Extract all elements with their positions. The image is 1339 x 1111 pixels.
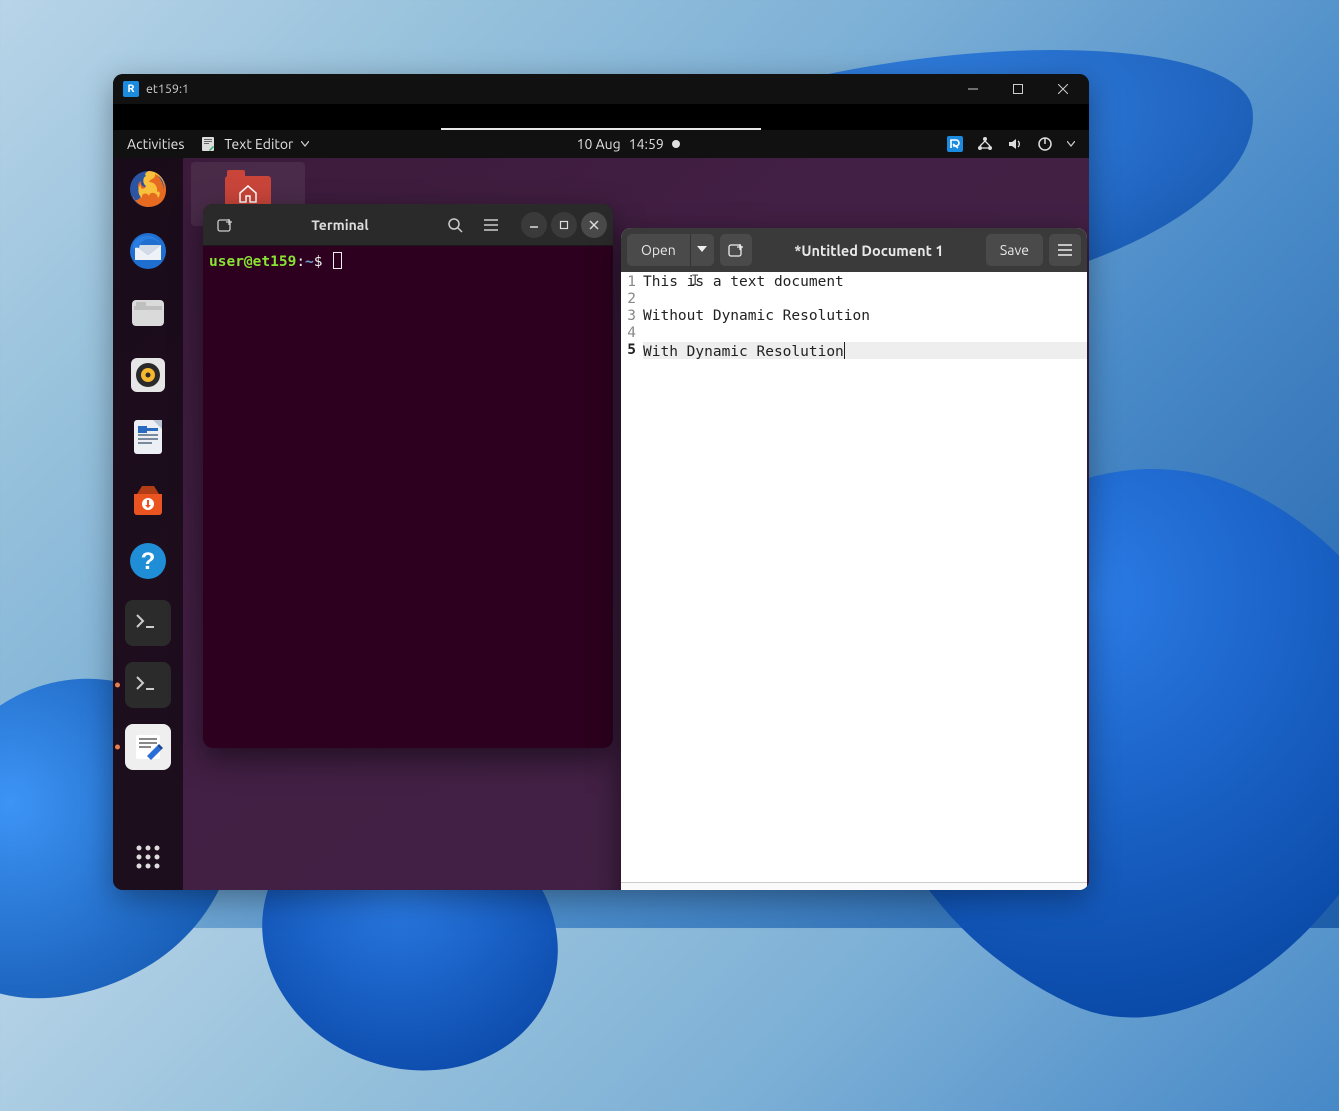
- close-button[interactable]: [1040, 74, 1085, 104]
- app-menu[interactable]: Text Editor: [200, 136, 309, 152]
- prompt-path: ~: [305, 254, 314, 270]
- chevron-down-icon: [697, 246, 707, 254]
- rdp-app-icon: R: [123, 81, 139, 97]
- new-document-button[interactable]: [720, 234, 752, 266]
- gnome-desktop[interactable]: ?: [113, 158, 1089, 890]
- rdp-tray-icon[interactable]: [947, 136, 963, 152]
- gnome-topbar: Activities Text Editor 10 Aug 14:59: [113, 130, 1089, 158]
- terminal-title: Terminal: [245, 217, 435, 233]
- maximize-button[interactable]: [995, 74, 1040, 104]
- black-letterbox: [113, 104, 1089, 130]
- time-text: 14:59: [629, 136, 664, 152]
- text-line: With Dynamic Resolution: [643, 344, 844, 360]
- new-tab-button[interactable]: [209, 209, 241, 241]
- running-indicator-icon: [115, 745, 120, 750]
- outer-titlebar[interactable]: R et159:1: [113, 74, 1089, 104]
- line-number: 1: [621, 274, 636, 291]
- dock-firefox-icon[interactable]: [125, 166, 171, 212]
- network-icon[interactable]: [977, 136, 993, 152]
- line-number-gutter: 1 2 3 4 5: [621, 272, 639, 882]
- line-number: 3: [621, 308, 636, 325]
- line-number-current: 5: [621, 342, 636, 359]
- app-menu-label: Text Editor: [224, 136, 293, 152]
- text-line: This is a text document: [643, 274, 844, 290]
- tabwidth-label: Tab Width: 8: [850, 890, 923, 891]
- indent-indicator: [629, 890, 678, 891]
- cursor-position-label: Ln 5, Col 24: [1012, 890, 1079, 891]
- editor-hamburger-menu[interactable]: [1049, 234, 1081, 266]
- line-number: 4: [621, 325, 636, 342]
- terminal-maximize-button[interactable]: [551, 212, 577, 238]
- clock-area[interactable]: 10 Aug 14:59: [309, 136, 947, 152]
- document-title: *Untitled Document 1: [758, 242, 980, 259]
- prompt-user: user@et159: [209, 254, 296, 270]
- terminal-minimize-button[interactable]: [521, 212, 547, 238]
- prompt-symbol: $: [314, 254, 323, 270]
- terminal-cursor: [333, 252, 342, 269]
- text-caret: [844, 342, 845, 359]
- open-button[interactable]: Open: [627, 234, 690, 266]
- editor-text-area[interactable]: 1 2 3 4 5 This is a text document𝙸 Witho…: [621, 272, 1087, 882]
- tabwidth-selector[interactable]: Tab Width: 8: [850, 890, 935, 891]
- text-editor-icon: [200, 136, 216, 152]
- dock-software-icon[interactable]: [125, 476, 171, 522]
- terminal-window: Terminal user@et159:~$: [203, 204, 613, 748]
- svg-text:?: ?: [141, 548, 156, 575]
- terminal-content[interactable]: user@et159:~$: [203, 246, 613, 276]
- activities-button[interactable]: Activities: [127, 136, 184, 152]
- open-recent-dropdown[interactable]: [690, 234, 714, 266]
- dock-terminal-running-icon[interactable]: [125, 662, 171, 708]
- text-line: Without Dynamic Resolution: [643, 308, 870, 324]
- dock-help-icon[interactable]: ?: [125, 538, 171, 584]
- hamburger-menu-button[interactable]: [475, 209, 507, 241]
- dock-texteditor-running-icon[interactable]: [125, 724, 171, 770]
- dock-rhythmbox-icon[interactable]: [125, 352, 171, 398]
- outer-title-text: et159:1: [146, 82, 189, 96]
- cursor-position: Ln 5, Col 24: [1012, 890, 1079, 891]
- volume-icon[interactable]: [1007, 136, 1023, 152]
- syntax-selector[interactable]: Plain Text: [763, 890, 832, 891]
- date-text: 10 Aug: [577, 136, 621, 152]
- dock-files-icon[interactable]: [125, 290, 171, 336]
- terminal-close-button[interactable]: [581, 212, 607, 238]
- dock-thunderbird-icon[interactable]: [125, 228, 171, 274]
- notification-dot-icon: [672, 140, 680, 148]
- editor-statusbar: Plain Text Tab Width: 8 Ln 5, Col 24: [621, 882, 1087, 890]
- rdp-outer-window: R et159:1 Activities Text Editor 10 Aug …: [113, 74, 1089, 890]
- power-icon[interactable]: [1037, 136, 1053, 152]
- minimize-button[interactable]: [950, 74, 995, 104]
- terminal-headerbar[interactable]: Terminal: [203, 204, 613, 246]
- dock: ?: [113, 158, 183, 890]
- chevron-down-icon: [301, 141, 309, 147]
- ibeam-cursor-icon: 𝙸: [691, 273, 699, 290]
- editor-headerbar[interactable]: Open *Untitled Document 1 Save: [621, 228, 1087, 272]
- top-indicator-bar: [441, 128, 761, 130]
- dock-terminal-icon[interactable]: [125, 600, 171, 646]
- code-content[interactable]: This is a text document𝙸 Without Dynamic…: [639, 272, 1087, 882]
- syntax-label: Plain Text: [763, 890, 820, 891]
- save-button[interactable]: Save: [986, 234, 1043, 266]
- running-indicator-icon: [115, 683, 120, 688]
- dock-show-apps-icon[interactable]: [125, 834, 171, 880]
- search-button[interactable]: [439, 209, 471, 241]
- dock-libreoffice-writer-icon[interactable]: [125, 414, 171, 460]
- open-button-group: Open: [627, 234, 714, 266]
- line-number: 2: [621, 291, 636, 308]
- chevron-down-icon[interactable]: [1067, 141, 1075, 147]
- text-editor-window: Open *Untitled Document 1 Save 1 2: [621, 228, 1087, 890]
